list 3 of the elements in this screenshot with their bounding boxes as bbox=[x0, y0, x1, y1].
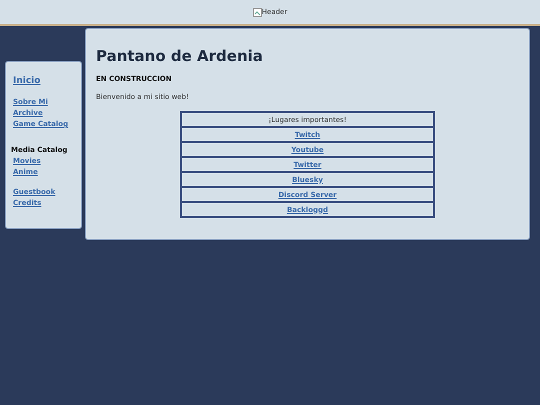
broken-image-icon bbox=[252, 8, 262, 16]
page-title: Pantano de Ardenia bbox=[96, 47, 264, 65]
home-link[interactable]: Inicio bbox=[13, 76, 40, 86]
